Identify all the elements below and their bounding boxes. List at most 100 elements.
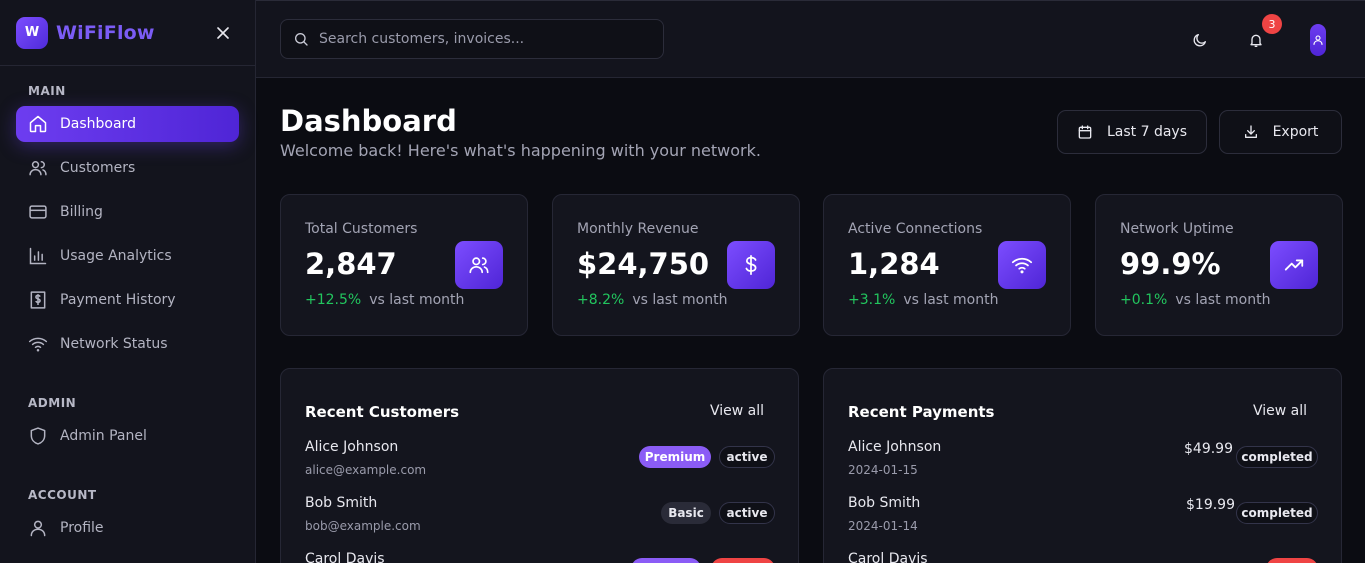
list-item[interactable]: Carol Davis <box>305 551 775 563</box>
stat-change-value: +8.2% <box>577 292 625 308</box>
topbar: 3 <box>256 0 1365 78</box>
bar-chart-icon <box>29 247 47 265</box>
customer-name: Alice Johnson <box>305 439 399 455</box>
sidebar-item-label: Customers <box>60 160 136 176</box>
stat-icon-box <box>455 241 503 289</box>
search-input[interactable] <box>319 31 639 47</box>
receipt-icon <box>30 291 46 309</box>
avatar-button[interactable] <box>1310 24 1326 56</box>
view-all-payments-link[interactable]: View all <box>1253 403 1307 419</box>
status-badge: active <box>719 446 775 468</box>
moon-icon <box>1193 34 1206 47</box>
plan-badge <box>631 558 701 563</box>
brand-logo: W <box>16 16 48 49</box>
sidebar-item-label: Dashboard <box>60 116 136 132</box>
stat-change: +12.5% vs last month <box>305 292 464 308</box>
bell-icon <box>1250 34 1262 47</box>
stat-value: $24,750 <box>577 247 710 281</box>
page-title: Dashboard <box>280 104 457 138</box>
stat-card-active-connections: Active Connections 1,284 +3.1% vs last mo… <box>823 194 1071 336</box>
shield-icon <box>30 427 46 445</box>
status-badge: completed <box>1236 502 1318 524</box>
stat-change-suffix: vs last month <box>903 292 999 308</box>
users-icon <box>469 257 489 274</box>
sidebar-item-payment-history[interactable]: Payment History <box>16 282 239 318</box>
search-icon <box>295 33 308 46</box>
stat-change-suffix: vs last month <box>369 292 465 308</box>
user-icon <box>1313 35 1323 46</box>
brand: W WiFiFlow <box>0 0 255 66</box>
stat-value: 99.9% <box>1120 247 1221 281</box>
customer-name: Bob Smith <box>305 495 378 511</box>
list-item[interactable]: Bob Smith 2024-01-14 $19.99 completed <box>848 495 1318 535</box>
list-item[interactable]: Alice Johnson alice@example.com Premium … <box>305 439 775 479</box>
sidebar-item-label: Usage Analytics <box>60 248 172 264</box>
wifi-icon <box>1011 257 1033 274</box>
stat-change-value: +3.1% <box>848 292 896 308</box>
stat-change-value: +0.1% <box>1120 292 1168 308</box>
nav-section-main: MAIN <box>28 84 66 98</box>
recent-payments-panel: Recent Payments View all Alice Johnson 2… <box>823 368 1342 563</box>
stat-label: Monthly Revenue <box>577 221 699 237</box>
search-box[interactable] <box>280 19 664 59</box>
view-all-customers-link[interactable]: View all <box>710 403 764 419</box>
sidebar-item-customers[interactable]: Customers <box>16 150 239 186</box>
export-label: Export <box>1272 124 1319 140</box>
notification-count-badge: 3 <box>1262 14 1282 34</box>
stat-value: 2,847 <box>305 247 397 281</box>
status-badge <box>711 558 775 563</box>
payment-date: 2024-01-15 <box>848 463 918 477</box>
stat-change-value: +12.5% <box>305 292 362 308</box>
close-sidebar-button[interactable] <box>214 24 232 42</box>
nav-section-account: ACCOUNT <box>28 488 97 502</box>
calendar-icon <box>1078 125 1092 139</box>
sidebar-item-admin-panel[interactable]: Admin Panel <box>16 418 239 454</box>
sidebar-item-label: Profile <box>60 520 104 536</box>
stat-change-suffix: vs last month <box>632 292 728 308</box>
stat-card-monthly-revenue: Monthly Revenue $24,750 +8.2% vs last mon… <box>552 194 800 336</box>
trending-up-icon <box>1284 259 1304 271</box>
sidebar: W WiFiFlow MAIN Dashboard Customers Bill… <box>0 0 256 563</box>
download-icon <box>1244 125 1257 138</box>
stat-change: +3.1% vs last month <box>848 292 998 308</box>
payment-amount: $19.99 <box>1186 497 1235 513</box>
sidebar-item-usage-analytics[interactable]: Usage Analytics <box>16 238 239 274</box>
list-item[interactable]: Bob Smith bob@example.com Basic active <box>305 495 775 535</box>
sidebar-item-label: Admin Panel <box>60 428 147 444</box>
sidebar-item-billing[interactable]: Billing <box>16 194 239 230</box>
stat-label: Network Uptime <box>1120 221 1234 237</box>
status-badge: active <box>719 502 775 524</box>
sidebar-item-label: Billing <box>60 204 103 220</box>
stat-icon-box <box>998 241 1046 289</box>
recent-customers-panel: Recent Customers View all Alice Johnson … <box>280 368 799 563</box>
home-icon <box>29 115 47 133</box>
stat-change-suffix: vs last month <box>1175 292 1271 308</box>
payer-name: Bob Smith <box>848 495 921 511</box>
sidebar-item-profile[interactable]: Profile <box>16 510 239 546</box>
sidebar-item-label: Payment History <box>60 292 176 308</box>
date-range-label: Last 7 days <box>1106 124 1187 140</box>
status-badge: completed <box>1236 446 1318 468</box>
payer-name: Alice Johnson <box>848 439 942 455</box>
stat-icon-box <box>1270 241 1318 289</box>
customer-email: bob@example.com <box>305 519 421 533</box>
brand-name: WiFiFlow <box>56 21 155 44</box>
sidebar-item-dashboard[interactable]: Dashboard <box>16 106 239 142</box>
stat-change: +0.1% vs last month <box>1120 292 1270 308</box>
stat-card-total-customers: Total Customers 2,847 +12.5% vs last mont… <box>280 194 528 336</box>
payment-date: 2024-01-14 <box>848 519 918 533</box>
status-badge <box>1266 558 1318 563</box>
list-item[interactable]: Carol Davis <box>848 551 1318 563</box>
theme-toggle-button[interactable] <box>1186 26 1214 54</box>
users-icon <box>29 161 47 176</box>
export-button[interactable]: Export <box>1219 110 1342 154</box>
stat-label: Total Customers <box>305 221 418 237</box>
plan-badge: Basic <box>661 502 711 524</box>
stat-change: +8.2% vs last month <box>577 292 727 308</box>
date-range-button[interactable]: Last 7 days <box>1057 110 1207 154</box>
sidebar-item-network-status[interactable]: Network Status <box>16 326 239 362</box>
panel-title: Recent Payments <box>848 403 995 421</box>
nav-section-admin: ADMIN <box>28 396 77 410</box>
list-item[interactable]: Alice Johnson 2024-01-15 $49.99 complete… <box>848 439 1318 479</box>
stat-icon-box <box>727 241 775 289</box>
